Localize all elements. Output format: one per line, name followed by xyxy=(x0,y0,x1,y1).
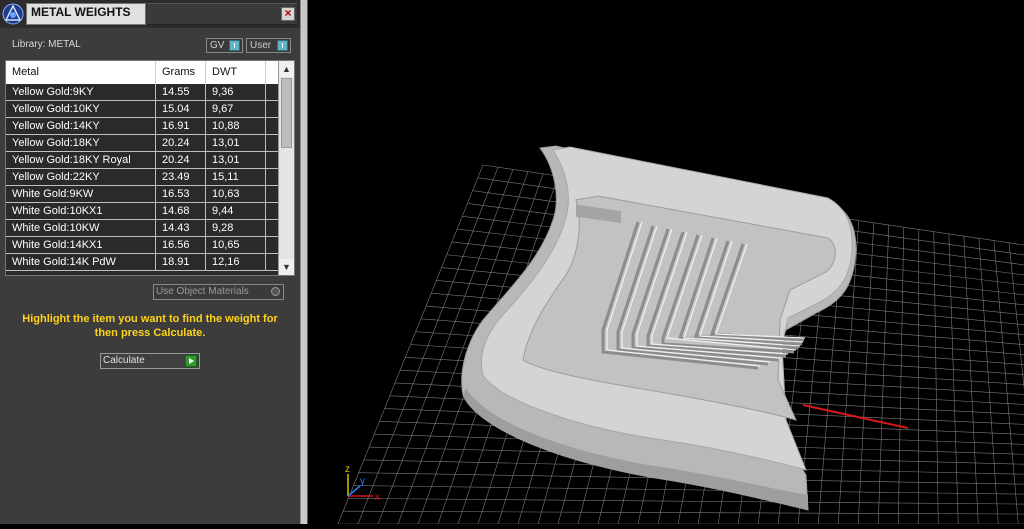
table-scrollbar[interactable]: ▲ ▼ xyxy=(278,61,294,275)
toggle-knob-icon xyxy=(229,40,240,51)
grams-cell: 16.56 xyxy=(156,237,206,253)
grams-cell: 18.91 xyxy=(156,254,206,270)
dwt-cell: 9,36 xyxy=(206,84,266,100)
ring-model xyxy=(462,146,856,510)
dwt-cell: 9,44 xyxy=(206,203,266,219)
app-logo-icon xyxy=(2,3,24,25)
metal-cell: White Gold:14KX1 xyxy=(6,237,156,253)
scroll-up-icon[interactable]: ▲ xyxy=(279,61,294,77)
column-header-metal[interactable]: Metal xyxy=(6,61,156,84)
table-header: Metal Grams DWT xyxy=(6,61,278,84)
play-arrow-icon xyxy=(185,355,197,367)
metal-cell: Yellow Gold:18KY xyxy=(6,135,156,151)
calculate-button[interactable]: Calculate xyxy=(100,353,200,369)
gv-toggle-label: GV xyxy=(210,40,224,51)
axis-z-label: z xyxy=(345,464,350,475)
table-body: Yellow Gold:9KY14.559,36Yellow Gold:10KY… xyxy=(6,84,278,271)
calculate-label: Calculate xyxy=(103,355,145,366)
grams-cell: 14.55 xyxy=(156,84,206,100)
table-row[interactable]: White Gold:14KX116.5610,65 xyxy=(6,237,278,254)
use-object-materials-checkbox[interactable]: Use Object Materials xyxy=(153,284,284,300)
gv-toggle[interactable]: GV xyxy=(206,38,243,53)
metal-cell: Yellow Gold:22KY xyxy=(6,169,156,185)
instructions-text: Highlight the item you want to find the … xyxy=(10,312,290,340)
metal-cell: White Gold:10KW xyxy=(6,220,156,236)
dwt-cell: 13,01 xyxy=(206,152,266,168)
grams-cell: 20.24 xyxy=(156,152,206,168)
table-row[interactable]: White Gold:14K PdW18.9112,16 xyxy=(6,254,278,271)
metal-cell: Yellow Gold:9KY xyxy=(6,84,156,100)
metal-weights-panel: METAL WEIGHTS × Library: METAL GV User M… xyxy=(0,0,300,524)
grams-cell: 23.49 xyxy=(156,169,206,185)
dwt-cell: 10,63 xyxy=(206,186,266,202)
3d-viewport[interactable]: x z y xyxy=(308,0,1024,524)
axis-x-label: x xyxy=(375,492,380,503)
metal-cell: Yellow Gold:14KY xyxy=(6,118,156,134)
x-axis-line xyxy=(803,405,908,428)
metal-table: Metal Grams DWT Yellow Gold:9KY14.559,36… xyxy=(5,60,295,276)
grams-cell: 16.91 xyxy=(156,118,206,134)
table-row[interactable]: White Gold:10KW14.439,28 xyxy=(6,220,278,237)
column-header-dwt[interactable]: DWT xyxy=(206,61,266,84)
panel-titlebar: METAL WEIGHTS × xyxy=(0,0,300,28)
title-strip xyxy=(147,3,297,25)
scroll-thumb[interactable] xyxy=(281,78,292,148)
close-button[interactable]: × xyxy=(281,7,295,21)
table-row[interactable]: Yellow Gold:14KY16.9110,88 xyxy=(6,118,278,135)
dwt-cell: 9,28 xyxy=(206,220,266,236)
column-header-grams[interactable]: Grams xyxy=(156,61,206,84)
metal-cell: White Gold:9KW xyxy=(6,186,156,202)
dwt-cell: 10,88 xyxy=(206,118,266,134)
use-object-materials-label: Use Object Materials xyxy=(156,286,249,297)
radio-icon xyxy=(271,287,280,296)
dwt-cell: 13,01 xyxy=(206,135,266,151)
grams-cell: 14.43 xyxy=(156,220,206,236)
dwt-cell: 9,67 xyxy=(206,101,266,117)
user-toggle[interactable]: User xyxy=(246,38,291,53)
user-toggle-label: User xyxy=(250,40,271,51)
viewport-canvas: x z y xyxy=(308,0,1024,524)
axis-gizmo: x z y xyxy=(345,464,380,503)
metal-cell: White Gold:10KX1 xyxy=(6,203,156,219)
toggle-knob-icon xyxy=(277,40,288,51)
table-row[interactable]: Yellow Gold:10KY15.049,67 xyxy=(6,101,278,118)
metal-cell: Yellow Gold:10KY xyxy=(6,101,156,117)
panel-title: METAL WEIGHTS xyxy=(26,3,146,25)
table-row[interactable]: Yellow Gold:18KY Royal20.2413,01 xyxy=(6,152,278,169)
dwt-cell: 15,11 xyxy=(206,169,266,185)
table-row[interactable]: White Gold:9KW16.5310,63 xyxy=(6,186,278,203)
panel-splitter[interactable] xyxy=(300,0,308,524)
metal-cell: Yellow Gold:18KY Royal xyxy=(6,152,156,168)
table-row[interactable]: Yellow Gold:9KY14.559,36 xyxy=(6,84,278,101)
table-row[interactable]: Yellow Gold:18KY20.2413,01 xyxy=(6,135,278,152)
grams-cell: 16.53 xyxy=(156,186,206,202)
scroll-down-icon[interactable]: ▼ xyxy=(279,259,294,275)
dwt-cell: 12,16 xyxy=(206,254,266,270)
library-label: Library: METAL xyxy=(12,39,81,50)
table-row[interactable]: Yellow Gold:22KY23.4915,11 xyxy=(6,169,278,186)
close-icon: × xyxy=(284,6,291,20)
grams-cell: 20.24 xyxy=(156,135,206,151)
metal-cell: White Gold:14K PdW xyxy=(6,254,156,270)
dwt-cell: 10,65 xyxy=(206,237,266,253)
table-row[interactable]: White Gold:10KX114.689,44 xyxy=(6,203,278,220)
grams-cell: 15.04 xyxy=(156,101,206,117)
axis-y-label: y xyxy=(360,476,365,487)
grams-cell: 14.68 xyxy=(156,203,206,219)
